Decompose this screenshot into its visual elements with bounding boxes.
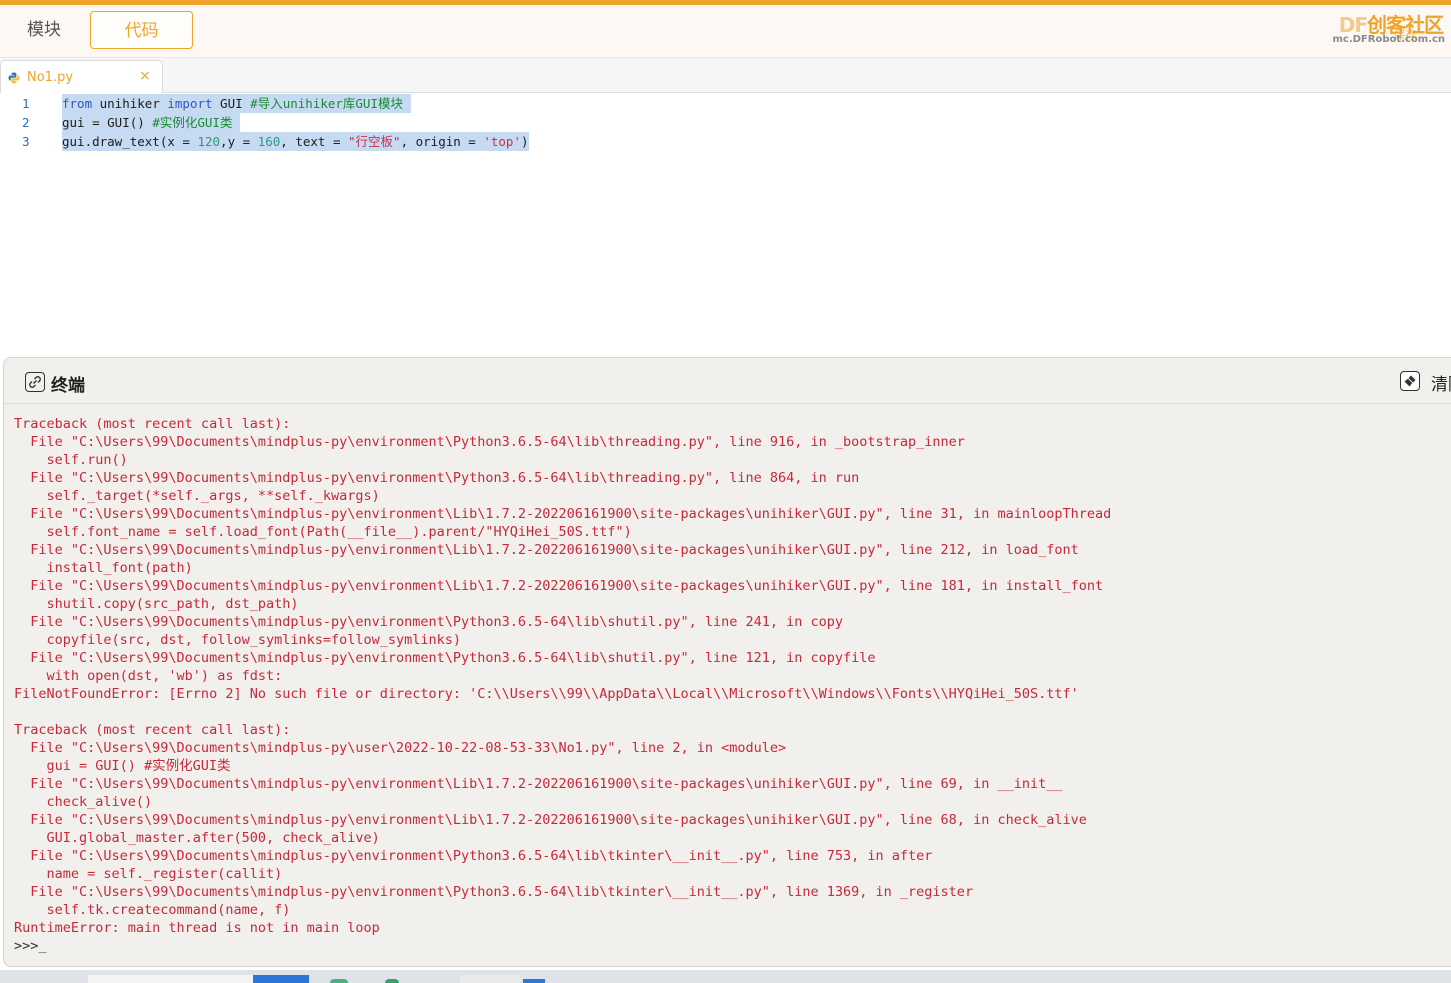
code-text: , text = — [280, 134, 348, 149]
file-tab-bar: No1.py × — [0, 58, 1451, 94]
taskbar-search[interactable] — [88, 975, 253, 983]
terminal-line: File "C:\Users\99\Documents\mindplus-py\… — [14, 614, 844, 630]
tab-code[interactable]: 代码 — [90, 11, 193, 49]
code-text: ,y = — [220, 134, 258, 149]
terminal-prompt[interactable]: >>>_ — [14, 937, 1451, 955]
line-number: 3 — [22, 134, 30, 149]
terminal-line: File "C:\Users\99\Documents\mindplus-py\… — [14, 848, 933, 864]
terminal-line: File "C:\Users\99\Documents\mindplus-py\… — [14, 812, 1087, 828]
terminal-line: Traceback (most recent call last): — [14, 416, 291, 432]
terminal-link-icon — [25, 372, 45, 392]
mode-bar: 模块 代码 DF创客社区 保存 mc.DFRobot.com.cn — [0, 5, 1451, 58]
code-comment: #实例化GUI类 — [152, 115, 233, 130]
terminal-line: self.tk.createcommand(name, f) — [14, 902, 291, 918]
file-tab-label: No1.py — [27, 70, 74, 85]
code-line-1[interactable]: 1 from unihiker import GUI #导入unihiker库G… — [0, 94, 1451, 113]
keyword-import: import — [167, 96, 213, 111]
taskbar-app-icon[interactable] — [385, 979, 399, 983]
terminal-line: Traceback (most recent call last): — [14, 722, 291, 738]
terminal-line: install_font(path) — [14, 560, 193, 576]
terminal-output: Traceback (most recent call last): File … — [14, 415, 1451, 955]
terminal-line: File "C:\Users\99\Documents\mindplus-py\… — [14, 434, 965, 450]
taskbar-app-icon[interactable] — [523, 979, 545, 983]
terminal-line: File "C:\Users\99\Documents\mindplus-py\… — [14, 578, 1104, 594]
terminal-line: shutil.copy(src_path, dst_path) — [14, 596, 299, 612]
terminal-line: check_alive() — [14, 794, 153, 810]
tab-blocks[interactable]: 模块 — [0, 11, 88, 49]
code-number: 120 — [197, 134, 221, 149]
code-line-2[interactable]: 2 gui = GUI() #实例化GUI类 — [0, 113, 1451, 132]
code-text: , origin = — [400, 134, 484, 149]
terminal-line: name = self._register(callit) — [14, 866, 283, 882]
code-string: 'top' — [483, 134, 521, 149]
terminal-title: 终端 — [51, 376, 85, 396]
terminal-line: File "C:\Users\99\Documents\mindplus-py\… — [14, 506, 1112, 522]
code-number: 160 — [257, 134, 281, 149]
taskbar-active-app[interactable] — [253, 975, 309, 983]
code-line-3[interactable]: 3 gui.draw_text(x = 120,y = 160, text = … — [0, 132, 1451, 151]
terminal-line: File "C:\Users\99\Documents\mindplus-py\… — [14, 740, 787, 756]
file-tab-no1[interactable]: No1.py × — [0, 60, 163, 94]
clear-button[interactable]: 清除 — [1431, 370, 1451, 395]
terminal-line: File "C:\Users\99\Documents\mindplus-py\… — [14, 470, 860, 486]
taskbar-app-icon[interactable] — [330, 979, 348, 983]
terminal-line: self.run() — [14, 452, 128, 468]
terminal-line: GUI.global_master.after(500, check_alive… — [14, 830, 380, 846]
terminal-line: File "C:\Users\99\Documents\mindplus-py\… — [14, 884, 974, 900]
terminal-line: with open(dst, 'wb') as fdst: — [14, 668, 283, 684]
taskbar-app-icon[interactable] — [460, 975, 520, 983]
terminal-panel: 终端 清除 Traceback (most recent call last):… — [3, 357, 1451, 967]
code-editor[interactable]: 1 from unihiker import GUI #导入unihiker库G… — [0, 93, 1451, 355]
python-file-icon — [8, 72, 20, 84]
terminal-line: copyfile(src, dst, follow_symlinks=follo… — [14, 632, 462, 648]
terminal-line: FileNotFoundError: [Errno 2] No such fil… — [14, 686, 1079, 702]
terminal-header: 终端 清除 — [4, 358, 1451, 404]
code-text: gui.draw_text(x = — [62, 134, 198, 149]
brand-domain: mc.DFRobot.com.cn — [1332, 34, 1445, 45]
terminal-line: File "C:\Users\99\Documents\mindplus-py\… — [14, 650, 876, 666]
os-taskbar — [0, 970, 1451, 983]
import-name: GUI — [212, 96, 251, 111]
terminal-line: gui = GUI() #实例化GUI类 — [14, 758, 231, 774]
code-string: "行空板" — [348, 134, 401, 149]
code-comment: #导入unihiker库GUI模块 — [250, 96, 403, 111]
line-number: 2 — [22, 115, 30, 130]
close-icon[interactable]: × — [139, 68, 151, 84]
line-number: 1 — [22, 96, 30, 111]
terminal-line: self.font_name = self.load_font(Path(__f… — [14, 524, 632, 540]
brand-logo: DF创客社区 保存 mc.DFRobot.com.cn — [1325, 9, 1445, 51]
keyword-from: from — [62, 96, 93, 111]
terminal-line: File "C:\Users\99\Documents\mindplus-py\… — [14, 776, 1063, 792]
terminal-line: File "C:\Users\99\Documents\mindplus-py\… — [14, 542, 1079, 558]
code-text-error: ) — [521, 134, 529, 149]
terminal-line: RuntimeError: main thread is not in main… — [14, 920, 380, 936]
module-name: unihiker — [92, 96, 168, 111]
code-text: gui = GUI() — [62, 115, 153, 130]
terminal-line: self._target(*self._args, **self._kwargs… — [14, 488, 380, 504]
clear-brush-icon[interactable] — [1400, 371, 1420, 391]
